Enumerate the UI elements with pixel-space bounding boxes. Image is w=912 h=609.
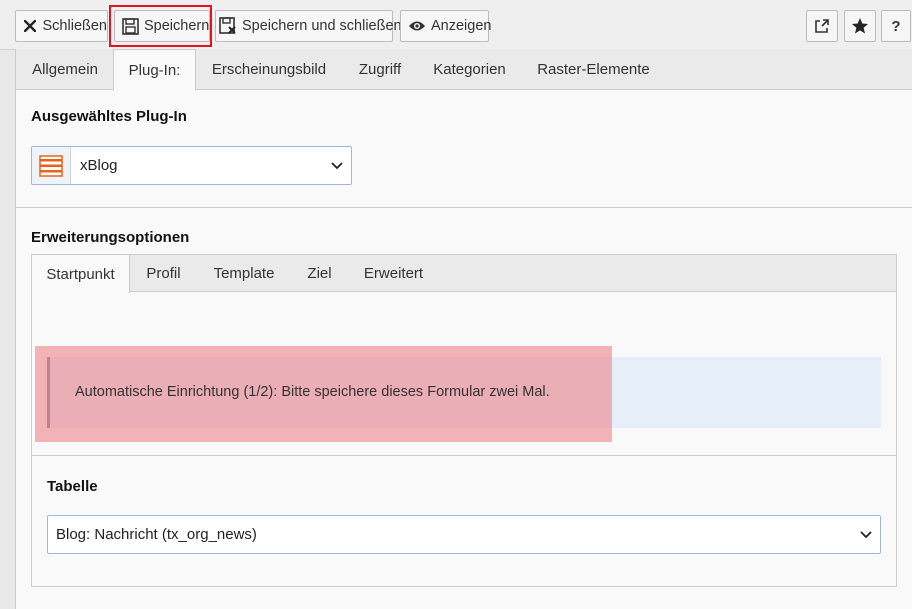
options-tabpanel: Startpunkt Profil Template Ziel Erweiter… [31, 254, 897, 587]
close-icon [23, 17, 38, 35]
tab-startpoint[interactable]: Startpunkt [32, 255, 130, 293]
plugin-section-title: Ausgewähltes Plug-In [31, 108, 187, 125]
tab-template[interactable]: Template [197, 255, 291, 292]
table-select-value: Blog: Nachricht (tx_org_news) [56, 526, 257, 543]
save-label: Speichern [144, 18, 210, 34]
table-label: Tabelle [47, 478, 98, 495]
setup-notice: Automatische Einrichtung (1/2): Bitte sp… [47, 357, 881, 428]
plugin-list-icon [39, 154, 63, 177]
table-select[interactable]: Blog: Nachricht (tx_org_news) [47, 515, 881, 554]
tab-access[interactable]: Zugriff [342, 49, 418, 90]
view-button[interactable]: Anzeigen [400, 10, 492, 42]
open-external-button[interactable] [806, 10, 838, 42]
options-tabs: Startpunkt Profil Template Ziel Erweiter… [32, 255, 896, 293]
close-button[interactable]: Schließen [15, 10, 108, 42]
chevron-down-icon [323, 161, 351, 170]
external-link-icon [813, 17, 831, 35]
bookmark-button[interactable] [844, 10, 876, 42]
notice-accent-bar [47, 357, 50, 428]
save-and-close-button[interactable]: Speichern und schließen [215, 10, 402, 42]
tab-categories[interactable]: Kategorien [418, 49, 521, 90]
tab-general[interactable]: Allgemein [17, 49, 113, 90]
chevron-down-icon [852, 530, 880, 539]
tab-profile[interactable]: Profil [130, 255, 197, 292]
tab-target[interactable]: Ziel [291, 255, 348, 292]
help-icon: ? [891, 17, 901, 35]
tab-plugin[interactable]: Plug-In: [113, 49, 196, 91]
toolbar: Schließen Speichern Speichern und schlie… [0, 0, 912, 50]
options-section-title: Erweiterungsoptionen [31, 229, 190, 246]
save-close-icon [219, 17, 237, 35]
tab-advanced[interactable]: Erweitert [348, 255, 439, 292]
section-divider [16, 207, 912, 208]
plugin-icon-box [32, 147, 71, 184]
tab-grid-elements[interactable]: Raster-Elemente [521, 49, 666, 90]
eye-icon [408, 17, 426, 35]
save-and-close-label: Speichern und schließen [242, 18, 402, 34]
plugin-select-value: xBlog [80, 157, 118, 174]
star-icon [851, 17, 869, 35]
main-tabs: Allgemein Plug-In: Erscheinungsbild Zugr… [16, 49, 912, 91]
close-label: Schließen [42, 18, 107, 34]
save-icon [122, 17, 139, 35]
plugin-select[interactable]: xBlog [31, 146, 352, 185]
view-label: Anzeigen [431, 18, 492, 34]
notice-text: Automatische Einrichtung (1/2): Bitte sp… [75, 384, 550, 400]
tab-appearance[interactable]: Erscheinungsbild [196, 49, 342, 90]
save-button[interactable]: Speichern [114, 10, 210, 42]
help-button[interactable]: ? [881, 10, 911, 42]
inner-divider [32, 455, 896, 456]
main-panel: Allgemein Plug-In: Erscheinungsbild Zugr… [15, 49, 912, 609]
